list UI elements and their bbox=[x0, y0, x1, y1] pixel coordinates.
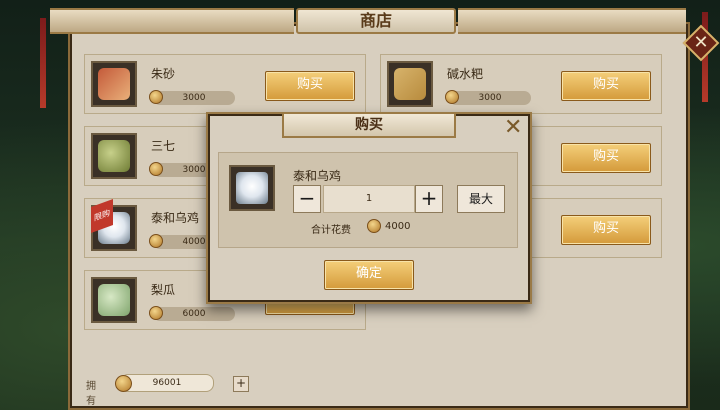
shop-item-cinnabar: 朱砂 3000 购买 bbox=[84, 54, 366, 114]
item-name: 朱砂 bbox=[151, 67, 176, 81]
item-name: 三七 bbox=[151, 139, 176, 153]
shop-title: 商店 bbox=[296, 8, 456, 34]
total-cost-label: 合计花费 bbox=[311, 225, 351, 236]
quantity-input[interactable]: 1 bbox=[323, 185, 415, 213]
item-price: 3000 bbox=[149, 90, 235, 105]
item-price: 6000 bbox=[149, 306, 235, 321]
header-ornament-right bbox=[458, 8, 686, 34]
item-price-value: 3000 bbox=[182, 93, 206, 103]
coin-icon bbox=[149, 306, 163, 320]
own-label: 拥有 bbox=[86, 381, 96, 407]
close-icon: ✕ bbox=[693, 32, 709, 53]
dialog-item-thumb bbox=[229, 165, 275, 211]
buy-button[interactable]: 购买 bbox=[561, 215, 651, 245]
buy-button[interactable]: 购买 bbox=[561, 143, 651, 173]
pear-melon-icon bbox=[98, 284, 130, 316]
item-price-value: 3000 bbox=[478, 93, 502, 103]
coin-icon bbox=[149, 234, 163, 248]
close-x-icon[interactable]: ✕ bbox=[504, 117, 522, 139]
quantity-decrease-button[interactable]: − bbox=[293, 185, 321, 213]
item-price-value: 4000 bbox=[182, 237, 206, 247]
buy-button[interactable]: 购买 bbox=[265, 71, 355, 101]
dialog-title: 购买 bbox=[282, 112, 456, 138]
item-name: 梨瓜 bbox=[151, 283, 176, 297]
buy-button[interactable]: 购买 bbox=[561, 71, 651, 101]
coin-icon bbox=[367, 219, 381, 233]
dialog-body: 泰和乌鸡 − 1 + 最大 合计花费 4000 bbox=[218, 152, 518, 248]
dialog-item-name: 泰和乌鸡 bbox=[293, 169, 342, 183]
item-name: 泰和乌鸡 bbox=[151, 211, 200, 225]
shop-item-rice-cake: 碱水粑 3000 购买 bbox=[380, 54, 662, 114]
own-amount-box: 96001 + bbox=[115, 374, 249, 392]
coin-icon bbox=[149, 90, 163, 104]
rice-cake-icon bbox=[394, 68, 426, 100]
item-name: 碱水粑 bbox=[447, 67, 484, 81]
sanqi-herb-icon bbox=[98, 140, 130, 172]
add-currency-button[interactable]: + bbox=[233, 376, 249, 392]
item-price-value: 6000 bbox=[182, 309, 206, 319]
item-price: 3000 bbox=[445, 90, 531, 105]
max-quantity-button[interactable]: 最大 bbox=[457, 185, 505, 213]
header-ornament-left bbox=[50, 8, 294, 34]
item-thumb bbox=[91, 61, 137, 107]
own-amount: 96001 bbox=[152, 378, 182, 388]
coin-icon bbox=[445, 90, 459, 104]
coin-icon bbox=[115, 375, 132, 392]
item-thumb bbox=[91, 133, 137, 179]
item-price-value: 3000 bbox=[182, 165, 206, 175]
confirm-button[interactable]: 确定 bbox=[324, 260, 414, 290]
coin-icon bbox=[149, 162, 163, 176]
item-thumb bbox=[91, 277, 137, 323]
left-tassel bbox=[40, 18, 46, 108]
quantity-increase-button[interactable]: + bbox=[415, 185, 443, 213]
total-cost-value: 4000 bbox=[385, 221, 411, 232]
item-thumb: 限购 bbox=[91, 198, 137, 251]
cinnabar-icon bbox=[98, 68, 130, 100]
purchase-dialog: 购买 ✕ 泰和乌鸡 − 1 + 最大 合计花费 4000 确定 bbox=[206, 112, 532, 304]
silkie-chicken-icon bbox=[236, 172, 268, 204]
item-thumb bbox=[387, 61, 433, 107]
